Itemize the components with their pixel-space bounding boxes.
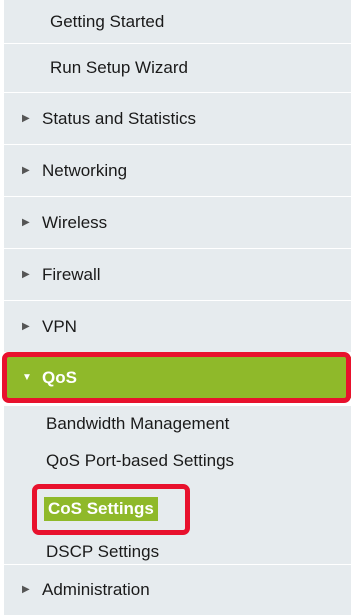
- nav-item-run-setup-wizard[interactable]: Run Setup Wizard: [4, 44, 351, 93]
- submenu-item-cos-settings[interactable]: CoS Settings: [44, 497, 158, 521]
- nav-item-label: Wireless: [42, 212, 108, 232]
- sidebar-nav: Getting Started Run Setup Wizard ▶ Statu…: [0, 0, 351, 616]
- nav-item-label: VPN: [42, 316, 77, 336]
- triangle-right-icon: ▶: [22, 112, 30, 124]
- nav-item-label: Run Setup Wizard: [50, 58, 188, 77]
- nav-item-firewall[interactable]: ▶ Firewall: [4, 249, 351, 301]
- nav-item-label: QoS: [42, 367, 77, 387]
- submenu-item-qos-port-based-settings[interactable]: QoS Port-based Settings: [46, 449, 234, 473]
- nav-item-administration[interactable]: ▶ Administration: [4, 565, 351, 616]
- nav-item-getting-started[interactable]: Getting Started: [4, 0, 351, 44]
- nav-item-wireless[interactable]: ▶ Wireless: [4, 197, 351, 249]
- nav-item-label: Status and Statistics: [42, 108, 197, 128]
- triangle-right-icon: ▶: [22, 164, 30, 176]
- submenu-item-dscp-settings[interactable]: DSCP Settings: [46, 540, 159, 564]
- nav-item-qos[interactable]: ▼ QoS: [4, 357, 351, 399]
- nav-item-label: Networking: [42, 160, 128, 180]
- triangle-right-icon: ▶: [22, 216, 30, 228]
- nav-item-label: Getting Started: [50, 11, 165, 31]
- nav-item-label: Administration: [42, 580, 150, 599]
- nav-item-vpn[interactable]: ▶ VPN: [4, 301, 351, 353]
- triangle-right-icon: ▶: [22, 584, 30, 595]
- triangle-down-icon: ▼: [22, 371, 32, 383]
- nav-item-label: Firewall: [42, 264, 101, 284]
- nav-item-networking[interactable]: ▶ Networking: [4, 145, 351, 197]
- nav-item-status-and-statistics[interactable]: ▶ Status and Statistics: [4, 93, 351, 145]
- submenu-item-bandwidth-management[interactable]: Bandwidth Management: [46, 412, 229, 436]
- triangle-right-icon: ▶: [22, 268, 30, 280]
- qos-submenu: Bandwidth Management QoS Port-based Sett…: [4, 406, 351, 564]
- triangle-right-icon: ▶: [22, 320, 30, 332]
